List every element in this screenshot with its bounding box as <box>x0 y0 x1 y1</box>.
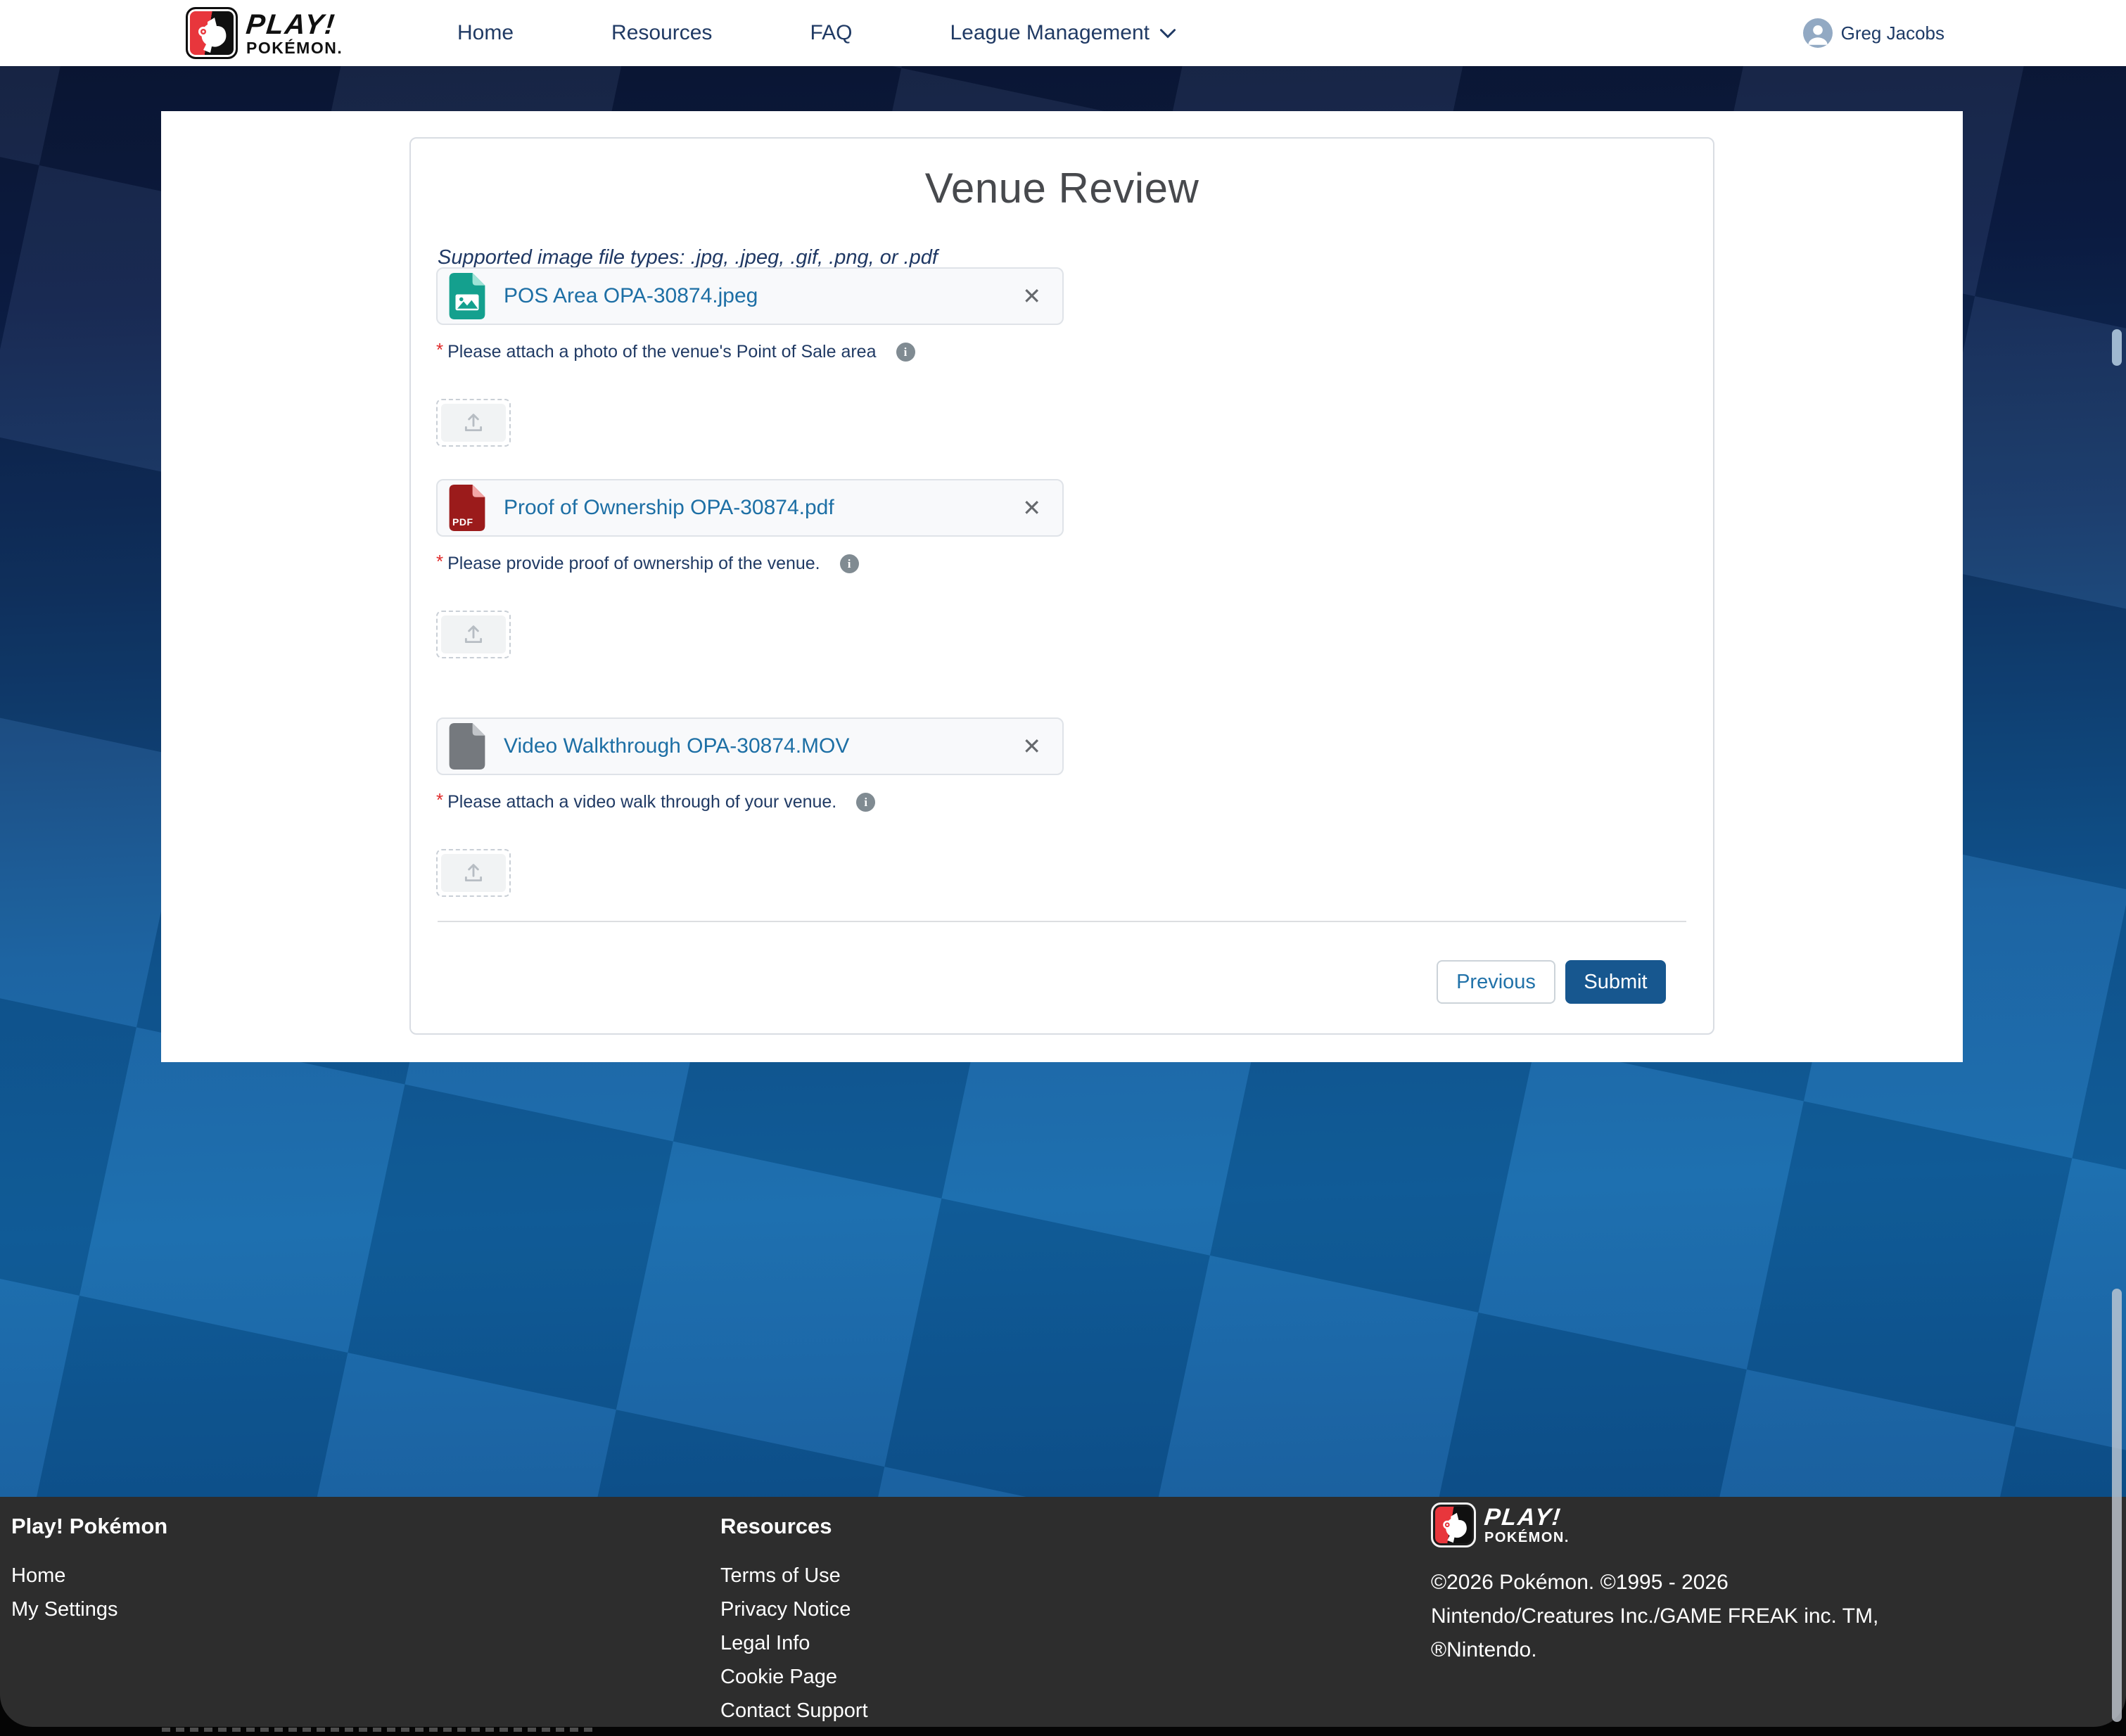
top-nav: PLAY! POKÉMON. Home Resources FAQ League… <box>0 0 2126 66</box>
upload-icon <box>462 623 485 646</box>
content-panel: Venue Review Supported image file types:… <box>161 111 1963 1062</box>
avatar-icon <box>1803 18 1833 48</box>
nav-faq[interactable]: FAQ <box>810 21 852 45</box>
required-asterisk: * <box>436 340 443 359</box>
bottom-bar-artifact <box>162 1728 598 1732</box>
generic-file-icon <box>449 723 485 770</box>
scrollbar-thumb[interactable] <box>2112 1289 2122 1722</box>
footer-resources-heading: Resources <box>720 1514 868 1539</box>
attachment-section-proof-of-ownership: PDF Proof of Ownership OPA-30874.pdf ✕ *… <box>436 479 1064 658</box>
footer-link-privacy-notice[interactable]: Privacy Notice <box>720 1593 868 1626</box>
previous-button[interactable]: Previous <box>1437 960 1555 1004</box>
form-actions: Previous Submit <box>1437 960 1666 1004</box>
attached-file-link[interactable]: Proof of Ownership OPA-30874.pdf <box>504 496 1001 520</box>
nav-resources[interactable]: Resources <box>611 21 712 45</box>
upload-button[interactable] <box>436 849 511 897</box>
form-divider <box>438 921 1686 922</box>
chevron-down-icon <box>1159 28 1176 39</box>
pdf-label: PDF <box>452 516 473 528</box>
remove-file-button[interactable]: ✕ <box>1019 283 1044 309</box>
footer-link-my-settings[interactable]: My Settings <box>11 1593 167 1626</box>
attached-file-chip: PDF Proof of Ownership OPA-30874.pdf ✕ <box>436 479 1064 537</box>
info-icon[interactable]: i <box>896 343 915 362</box>
copyright-text: ©2026 Pokémon. ©1995 - 2026 Nintendo/Cre… <box>1431 1566 1878 1667</box>
nav-links: Home Resources FAQ League Management <box>457 0 1176 66</box>
footer-link-terms-of-use[interactable]: Terms of Use <box>720 1559 868 1593</box>
pokemon-emblem-icon <box>186 7 238 59</box>
attachment-section-video-walkthrough: Video Walkthrough OPA-30874.MOV ✕ * Plea… <box>436 717 1064 897</box>
required-asterisk: * <box>436 552 443 570</box>
logo-play-text: PLAY! <box>245 11 344 39</box>
footer-link-home[interactable]: Home <box>11 1559 167 1593</box>
upload-button[interactable] <box>436 611 511 658</box>
footer-resources-column: Resources Terms of Use Privacy Notice Le… <box>720 1497 868 1728</box>
image-file-icon <box>449 273 485 319</box>
footer-link-contact-support[interactable]: Contact Support <box>720 1694 868 1728</box>
footer-link-legal-info[interactable]: Legal Info <box>720 1626 868 1660</box>
user-menu[interactable]: Greg Jacobs <box>1803 0 1944 66</box>
footer-brand-heading: Play! Pokémon <box>11 1514 167 1539</box>
footer-brand-column: Play! Pokémon Home My Settings <box>11 1497 167 1626</box>
logo-pokemon-text: POKÉMON. <box>246 40 343 56</box>
logo-text: PLAY! POKÉMON. <box>246 11 343 56</box>
submit-button[interactable]: Submit <box>1565 960 1666 1004</box>
user-name: Greg Jacobs <box>1841 23 1944 44</box>
requirement-text-row: * Please attach a video walk through of … <box>436 792 1064 812</box>
nav-home[interactable]: Home <box>457 21 514 45</box>
info-icon[interactable]: i <box>856 793 875 812</box>
attached-file-chip: POS Area OPA-30874.jpeg ✕ <box>436 267 1064 325</box>
attached-file-link[interactable]: Video Walkthrough OPA-30874.MOV <box>504 734 1001 758</box>
pdf-file-icon: PDF <box>449 485 485 531</box>
logo-pokemon-text: POKÉMON. <box>1484 1531 1570 1545</box>
footer-play-pokemon-logo: PLAY! POKÉMON. <box>1431 1502 1878 1547</box>
supported-types-note: Supported image file types: .jpg, .jpeg,… <box>438 246 938 269</box>
pokemon-emblem-icon <box>1431 1502 1476 1547</box>
upload-icon <box>462 411 485 435</box>
attachment-section-pos-area: POS Area OPA-30874.jpeg ✕ * Please attac… <box>436 267 1064 447</box>
scrollbar-thumb-top[interactable] <box>2112 329 2122 366</box>
footer: Play! Pokémon Home My Settings Resources… <box>0 1497 2126 1727</box>
upload-button[interactable] <box>436 399 511 447</box>
venue-review-card: Venue Review Supported image file types:… <box>409 137 1714 1035</box>
nav-league-management[interactable]: League Management <box>950 21 1176 45</box>
attached-file-link[interactable]: POS Area OPA-30874.jpeg <box>504 284 1001 308</box>
page-title: Venue Review <box>411 164 1713 212</box>
upload-icon <box>462 861 485 885</box>
play-pokemon-logo[interactable]: PLAY! POKÉMON. <box>186 7 343 59</box>
requirement-text-row: * Please provide proof of ownership of t… <box>436 554 1064 574</box>
attached-file-chip: Video Walkthrough OPA-30874.MOV ✕ <box>436 717 1064 775</box>
remove-file-button[interactable]: ✕ <box>1019 733 1044 760</box>
requirement-text-row: * Please attach a photo of the venue's P… <box>436 342 1064 362</box>
footer-legal-column: PLAY! POKÉMON. ©2026 Pokémon. ©1995 - 20… <box>1431 1497 1878 1667</box>
footer-link-cookie-page[interactable]: Cookie Page <box>720 1660 868 1694</box>
info-icon[interactable]: i <box>840 554 859 573</box>
logo-play-text: PLAY! <box>1483 1505 1570 1529</box>
remove-file-button[interactable]: ✕ <box>1019 494 1044 521</box>
required-asterisk: * <box>436 791 443 809</box>
